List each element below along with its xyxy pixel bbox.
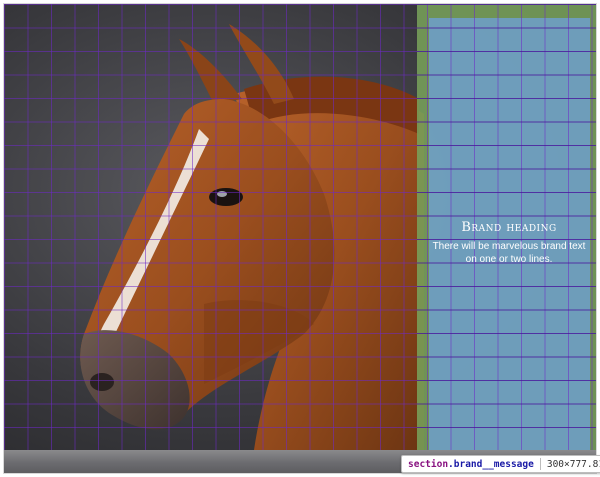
tooltip-divider [539,458,541,470]
brand-heading: Brand heading [461,220,557,235]
tooltip-class-name: .brand__message [448,458,534,470]
tooltip-dimensions: 300×777.81 [546,458,600,470]
page-viewport: Brand heading There will be marvelous br… [3,3,597,474]
brand-text: There will be marvelous brand text on on… [432,241,586,265]
tooltip-tag-name: section [408,458,449,470]
devtools-element-tooltip: section .brand__message 300×777.81 [401,455,600,473]
brand-message: Brand heading There will be marvelous br… [429,220,589,266]
